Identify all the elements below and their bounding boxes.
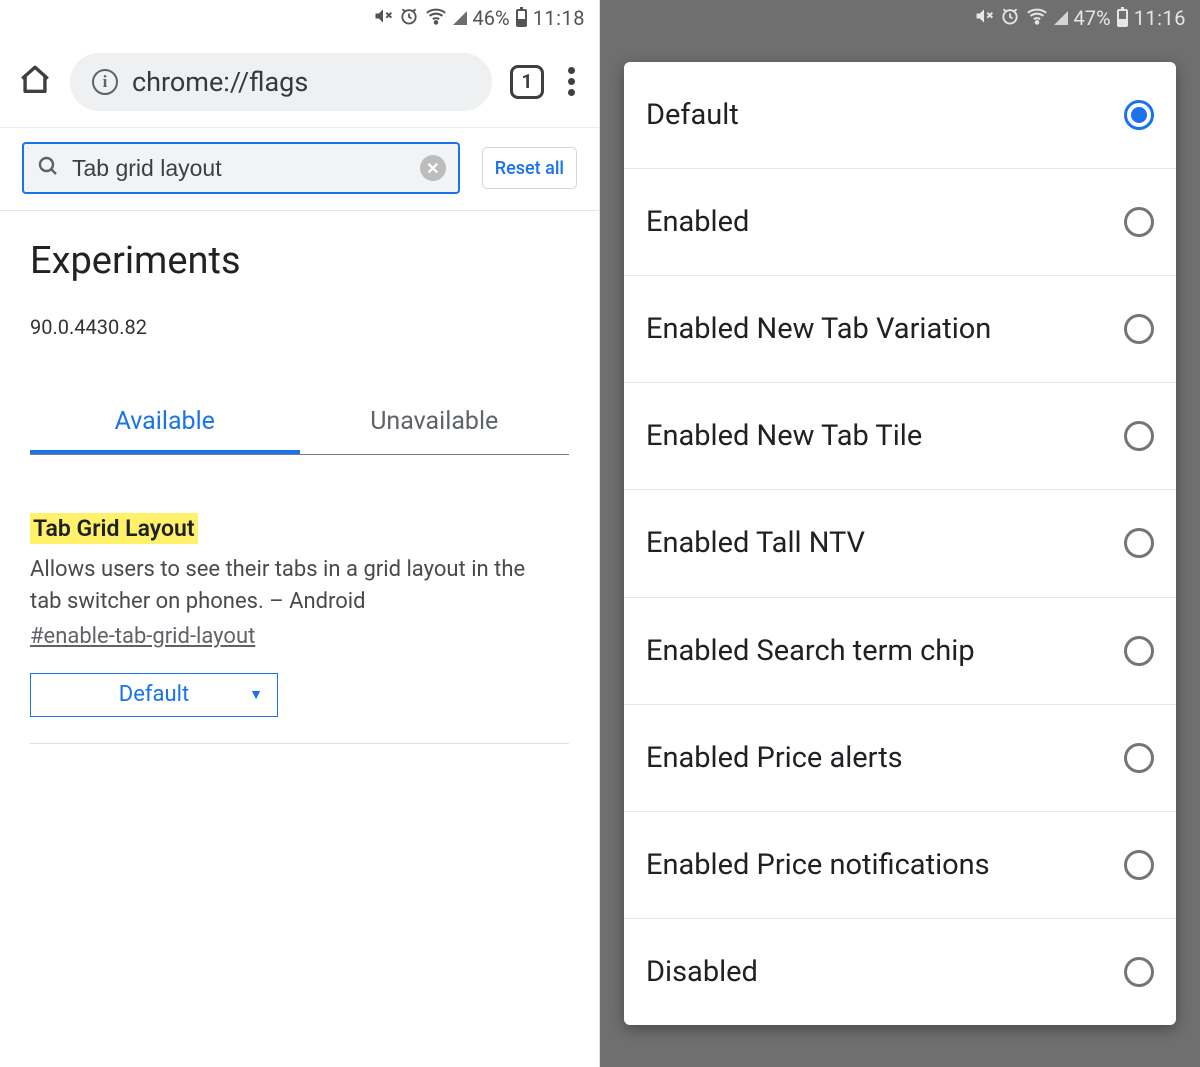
signal-icon: [1054, 11, 1068, 25]
volume-mute-icon: [373, 6, 393, 31]
flag-title: Tab Grid Layout: [30, 513, 198, 544]
battery-icon: [1117, 9, 1128, 27]
option-row[interactable]: Enabled Price notifications: [624, 812, 1176, 919]
wifi-icon: [1026, 5, 1048, 32]
radio-icon[interactable]: [1124, 421, 1154, 451]
radio-icon[interactable]: [1124, 528, 1154, 558]
option-label: Enabled: [646, 205, 749, 239]
option-label: Default: [646, 98, 739, 132]
status-bar: 47% 11:16: [600, 0, 1200, 36]
option-label: Enabled Price alerts: [646, 741, 903, 775]
option-row[interactable]: Enabled: [624, 169, 1176, 276]
option-row[interactable]: Enabled Search term chip: [624, 598, 1176, 705]
page-title: Experiments: [30, 239, 569, 283]
status-icons: 47% 11:16: [974, 5, 1186, 32]
flags-search-box[interactable]: ✕: [22, 142, 460, 194]
overflow-menu-icon[interactable]: [562, 63, 581, 100]
signal-icon: [453, 11, 467, 25]
option-label: Enabled New Tab Variation: [646, 312, 991, 346]
option-row[interactable]: Enabled New Tab Variation: [624, 276, 1176, 383]
url-text: chrome://flags: [132, 66, 308, 98]
flags-body: Experiments 90.0.4430.82 Available Unava…: [0, 211, 599, 744]
option-row[interactable]: Disabled: [624, 919, 1176, 1025]
reset-all-button[interactable]: Reset all: [482, 147, 577, 189]
radio-icon[interactable]: [1124, 743, 1154, 773]
alarm-icon: [399, 6, 419, 31]
volume-mute-icon: [974, 6, 994, 31]
flag-dropdown-value: Default: [119, 682, 189, 707]
option-row[interactable]: Default: [624, 62, 1176, 169]
flag-dropdown[interactable]: Default ▼: [30, 673, 278, 717]
radio-icon[interactable]: [1124, 850, 1154, 880]
flags-search-row: ✕ Reset all: [0, 128, 599, 211]
chrome-toolbar: i chrome://flags 1: [0, 36, 599, 128]
flags-tabs: Available Unavailable: [30, 393, 569, 455]
radio-icon[interactable]: [1124, 100, 1154, 130]
tab-unavailable-label: Unavailable: [370, 407, 498, 436]
option-label: Enabled Tall NTV: [646, 526, 865, 560]
status-time: 11:16: [1134, 6, 1186, 30]
radio-icon[interactable]: [1124, 314, 1154, 344]
wifi-icon: [425, 5, 447, 32]
radio-icon[interactable]: [1124, 636, 1154, 666]
left-phone-screen: 46% 11:18 i chrome://flags 1: [0, 0, 600, 1067]
status-icons: 46% 11:18: [373, 5, 585, 32]
tab-switcher-button[interactable]: 1: [510, 65, 544, 99]
battery-icon: [516, 9, 527, 27]
chrome-version: 90.0.4430.82: [30, 315, 569, 339]
options-dialog: Default Enabled Enabled New Tab Variation E…: [624, 62, 1176, 1025]
flags-search-input[interactable]: [72, 155, 408, 182]
radio-icon[interactable]: [1124, 957, 1154, 987]
status-bar: 46% 11:18: [0, 0, 599, 36]
right-phone-screen: 47% 11:16 Default Enabled Enabled New Tab …: [600, 0, 1200, 1067]
alarm-icon: [1000, 6, 1020, 31]
flag-description: Allows users to see their tabs in a grid…: [30, 554, 550, 618]
home-icon[interactable]: [18, 63, 52, 101]
option-label: Enabled Search term chip: [646, 634, 975, 668]
option-label: Disabled: [646, 955, 758, 989]
tab-unavailable[interactable]: Unavailable: [300, 393, 570, 454]
option-label: Enabled Price notifications: [646, 848, 990, 882]
option-row[interactable]: Enabled New Tab Tile: [624, 383, 1176, 490]
tab-count-value: 1: [522, 70, 533, 93]
search-icon: [36, 154, 60, 182]
battery-percent: 46%: [473, 6, 510, 30]
radio-icon[interactable]: [1124, 207, 1154, 237]
reset-all-label: Reset all: [495, 158, 564, 179]
flag-item: Tab Grid Layout Allows users to see thei…: [30, 513, 569, 744]
battery-percent: 47%: [1074, 6, 1111, 30]
url-bar[interactable]: i chrome://flags: [70, 53, 492, 111]
option-row[interactable]: Enabled Tall NTV: [624, 490, 1176, 597]
status-time: 11:18: [533, 6, 585, 30]
option-label: Enabled New Tab Tile: [646, 419, 922, 453]
clear-search-icon[interactable]: ✕: [420, 155, 446, 181]
option-row[interactable]: Enabled Price alerts: [624, 705, 1176, 812]
info-icon[interactable]: i: [92, 69, 118, 95]
chevron-down-icon: ▼: [249, 686, 263, 703]
tab-available-label: Available: [115, 407, 215, 436]
flag-anchor-link[interactable]: #enable-tab-grid-layout: [30, 624, 255, 649]
tab-available[interactable]: Available: [30, 393, 300, 454]
